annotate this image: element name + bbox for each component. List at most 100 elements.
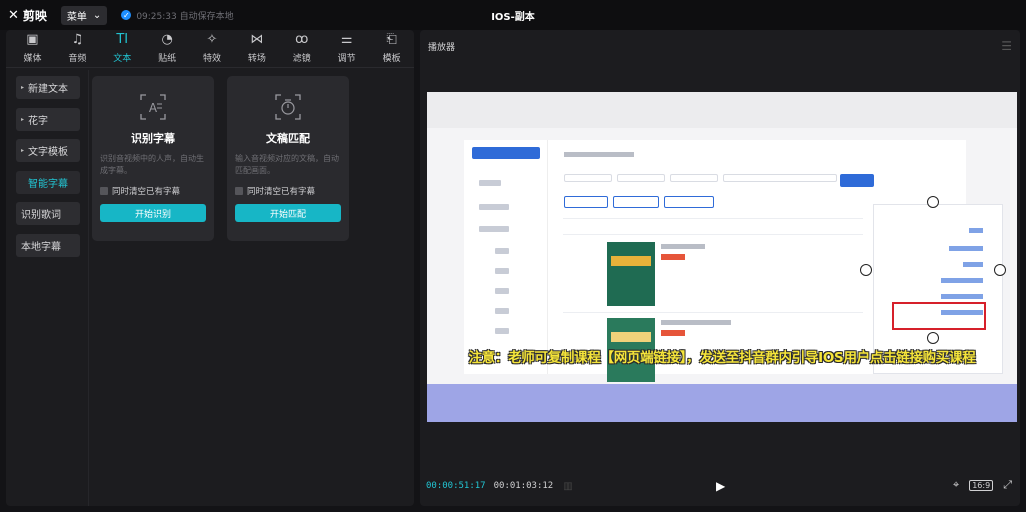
category-item[interactable]: ▸ 文字模板 xyxy=(16,139,80,162)
video-course-price xyxy=(661,254,685,260)
video-action-button xyxy=(613,196,659,208)
video-menu-item xyxy=(941,294,983,299)
autosave-status: ✓ 09:25:33 自动保存本地 xyxy=(121,9,234,22)
tab-filter[interactable]: ꝏ 滤镜 xyxy=(279,33,324,65)
player-menu-icon[interactable]: ☰ xyxy=(1001,39,1012,53)
video-course-thumbnail xyxy=(607,242,655,306)
menu-label: 菜单 xyxy=(66,11,87,23)
start-match-button[interactable]: 开始匹配 xyxy=(235,204,341,222)
video-menu-item xyxy=(963,262,983,267)
app-logo: ✕ 剪映 xyxy=(8,7,47,24)
video-action-button xyxy=(564,196,608,208)
category-item[interactable]: ▸ 新建文本 xyxy=(16,76,80,99)
video-course-title xyxy=(661,244,705,249)
video-nav-item xyxy=(495,248,509,254)
category-item[interactable]: 识别歌词 xyxy=(16,202,80,225)
template-icon: ⎗ xyxy=(386,32,397,47)
tab-template[interactable]: ⎗ 模板 xyxy=(369,32,414,65)
autosave-text: 09:25:33 自动保存本地 xyxy=(136,11,234,22)
materials-panel: ▣ 媒体 ♫ 音频 TI 文本 ◔ 贴纸 ✧ 特效 ⋈ 转场 ꝏ 滤镜 ⚌ 调节 ⎗ 模板 ▸ 新建文本 ▸ 花字 ▸ 文字… xyxy=(6,30,414,506)
transform-handle[interactable] xyxy=(927,196,939,208)
recognize-subtitles-card[interactable]: A 识别字幕 识别音视频中的人声，自动生成字幕。 同时清空已有字幕 开始识别 xyxy=(92,76,214,241)
caret-right-icon: ▸ xyxy=(21,115,25,123)
video-nav-item xyxy=(495,288,509,294)
tab-effects[interactable]: ✧ 特效 xyxy=(190,33,235,65)
checkbox-box[interactable] xyxy=(235,187,243,195)
tab-label: 贴纸 xyxy=(158,54,177,64)
tab-label: 转场 xyxy=(247,54,266,64)
tab-sticker[interactable]: ◔ 贴纸 xyxy=(145,32,190,65)
video-filter-select xyxy=(617,174,665,182)
card-description: 识别音视频中的人声，自动生成字幕。 xyxy=(100,154,204,175)
capcut-logo-icon: ✕ xyxy=(8,7,19,23)
video-nav-item xyxy=(495,308,509,314)
category-label: 新建文本 xyxy=(28,84,69,95)
video-primary-button xyxy=(472,147,540,159)
tab-text[interactable]: TI 文本 xyxy=(100,32,145,65)
player-title: 播放器 xyxy=(428,42,456,53)
video-nav-item xyxy=(479,180,501,186)
checkbox-box[interactable] xyxy=(100,187,108,195)
total-time: 00:01:03:12 xyxy=(493,481,554,491)
category-item[interactable]: 本地字幕 xyxy=(16,233,80,257)
transform-handle[interactable] xyxy=(860,264,872,276)
video-filter-select xyxy=(670,174,718,182)
checkbox-label: 同时清空已有字幕 xyxy=(247,187,316,197)
player-controls: 00:00:51:17 00:01:03:12 ▥ ▶ ⌖ 16:9 ⤢ xyxy=(420,466,1020,506)
play-icon[interactable]: ▶ xyxy=(716,479,725,493)
category-item[interactable]: ▸ 花字 xyxy=(16,107,80,131)
timeline-icon[interactable]: ▥ xyxy=(563,481,572,492)
tab-adjust[interactable]: ⚌ 调节 xyxy=(324,33,369,65)
caret-right-icon: ▸ xyxy=(21,147,25,154)
card-title: 识别字幕 xyxy=(131,132,175,145)
video-table-divider xyxy=(563,218,863,219)
tab-transition[interactable]: ⋈ 转场 xyxy=(234,33,279,65)
fit-screen-icon[interactable]: ⌖ xyxy=(953,478,959,492)
fullscreen-icon[interactable]: ⤢ xyxy=(1003,478,1012,492)
chevron-down-icon: ⌄ xyxy=(92,9,102,21)
tab-audio[interactable]: ♫ 音频 xyxy=(55,33,100,65)
app-name: 剪映 xyxy=(22,8,47,23)
material-tabs: ▣ 媒体 ♫ 音频 TI 文本 ◔ 贴纸 ✧ 特效 ⋈ 转场 ꝏ 滤镜 ⚌ 调节 ⎗ 模板 xyxy=(6,30,414,68)
tab-media[interactable]: ▣ 媒体 xyxy=(10,32,55,65)
tab-label: 滤镜 xyxy=(292,54,311,64)
video-webpage-nav xyxy=(464,140,548,374)
text-icon: TI xyxy=(116,32,129,47)
clear-subtitles-checkbox[interactable]: 同时清空已有字幕 xyxy=(235,185,341,197)
card-description: 输入音视频对应的文稿，自动匹配画面。 xyxy=(235,154,339,175)
transform-handle[interactable] xyxy=(927,332,939,344)
svg-text:A: A xyxy=(149,101,158,115)
tab-label: 媒体 xyxy=(23,54,42,64)
tab-label: 文本 xyxy=(113,54,132,64)
current-time: 00:00:51:17 xyxy=(426,481,486,491)
player-right-controls: ⌖ 16:9 ⤢ xyxy=(953,478,1012,492)
video-action-button xyxy=(664,196,714,208)
video-table-divider xyxy=(563,234,863,235)
check-circle-icon: ✓ xyxy=(121,10,132,20)
subtitle-caption[interactable]: 注意：老师可复制课程【网页端链接】，发送至抖音群内引导IOS用户点击链接购买课程 xyxy=(427,346,1017,366)
aspect-ratio-button[interactable]: 16:9 xyxy=(969,479,994,491)
script-match-card[interactable]: 文稿匹配 输入音视频对应的文稿，自动匹配画面。 同时清空已有字幕 开始匹配 xyxy=(227,76,349,241)
caret-right-icon: ▸ xyxy=(21,84,25,91)
video-menu-item xyxy=(969,228,983,233)
video-course-price xyxy=(661,330,685,336)
video-nav-item xyxy=(479,204,509,210)
category-label: 智能字幕 xyxy=(28,178,68,190)
clear-subtitles-checkbox[interactable]: 同时清空已有字幕 xyxy=(100,185,206,197)
video-nav-item xyxy=(479,226,509,232)
video-nav-item xyxy=(495,328,509,334)
menu-button[interactable]: 菜单 ⌄ xyxy=(60,5,108,25)
script-match-icon xyxy=(235,88,341,126)
video-search-field xyxy=(723,174,837,182)
video-heading-text xyxy=(564,152,634,157)
video-preview[interactable]: 注意：老师可复制课程【网页端链接】，发送至抖音群内引导IOS用户点击链接购买课程 xyxy=(427,92,1017,422)
category-label: 花字 xyxy=(28,115,49,127)
transform-handle[interactable] xyxy=(994,264,1006,276)
start-recognize-button[interactable]: 开始识别 xyxy=(100,204,206,222)
sticker-icon: ◔ xyxy=(161,32,173,47)
panel-divider xyxy=(88,70,89,506)
tab-label: 特效 xyxy=(203,54,222,64)
category-item[interactable]: 智能字幕 xyxy=(16,170,80,194)
player-header: 播放器 ☰ xyxy=(420,30,1020,62)
media-icon: ▣ xyxy=(26,32,39,47)
